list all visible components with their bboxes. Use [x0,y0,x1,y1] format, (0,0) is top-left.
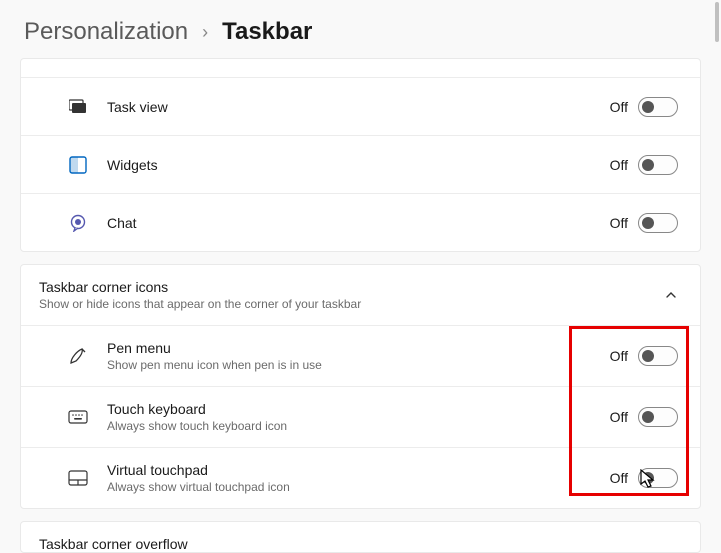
toggle-state: Off [610,215,628,231]
toggle-wrap: Off [610,346,678,366]
toggle-wrap: Off [610,468,678,488]
row-pen-menu[interactable]: Pen menu Show pen menu icon when pen is … [21,325,700,386]
touch-keyboard-toggle[interactable] [638,407,678,427]
scrollbar[interactable] [715,2,719,42]
row-task-view[interactable]: Task view Off [21,77,700,135]
row-text: Touch keyboard Always show touch keyboar… [107,401,610,433]
row-title-wrap: Chat [107,215,610,231]
toggle-wrap: Off [610,155,678,175]
row-text: Pen menu Show pen menu icon when pen is … [107,340,610,372]
chat-toggle[interactable] [638,213,678,233]
toggle-wrap: Off [610,407,678,427]
chevron-up-icon [664,288,678,302]
task-view-toggle[interactable] [638,97,678,117]
section-title: Taskbar corner icons [39,279,664,295]
corner-overflow-panel: Taskbar corner overflow [20,521,701,553]
row-subtitle: Always show touch keyboard icon [107,419,610,433]
corner-icons-panel: Taskbar corner icons Show or hide icons … [20,264,701,509]
widgets-toggle[interactable] [638,155,678,175]
chevron-right-icon: › [202,22,208,43]
pen-menu-toggle[interactable] [638,346,678,366]
pen-icon [67,345,89,367]
touchpad-icon [67,467,89,489]
breadcrumb: Personalization › Taskbar [0,0,721,58]
keyboard-icon [67,406,89,428]
row-title: Task view [107,99,610,115]
row-title-wrap: Widgets [107,157,610,173]
row-touch-keyboard[interactable]: Touch keyboard Always show touch keyboar… [21,386,700,447]
row-subtitle: Always show virtual touchpad icon [107,480,610,494]
row-title: Widgets [107,157,610,173]
breadcrumb-current: Taskbar [222,18,312,46]
row-title: Touch keyboard [107,401,610,417]
row-virtual-touchpad[interactable]: Virtual touchpad Always show virtual tou… [21,447,700,508]
corner-icons-header[interactable]: Taskbar corner icons Show or hide icons … [21,265,700,325]
task-view-icon [67,96,89,118]
chat-icon [67,212,89,234]
row-widgets[interactable]: Widgets Off [21,135,700,193]
toggle-wrap: Off [610,97,678,117]
row-text: Virtual touchpad Always show virtual tou… [107,462,610,494]
spacer [21,59,700,77]
breadcrumb-parent[interactable]: Personalization [24,18,188,46]
toggle-state: Off [610,348,628,364]
row-title: Chat [107,215,610,231]
section-title: Taskbar corner overflow [39,536,678,552]
widgets-icon [67,154,89,176]
toggle-state: Off [610,409,628,425]
toggle-state: Off [610,157,628,173]
toggle-state: Off [610,99,628,115]
taskbar-items-panel: Task view Off Widgets Off Chat Off [20,58,701,252]
virtual-touchpad-toggle[interactable] [638,468,678,488]
toggle-state: Off [610,470,628,486]
row-subtitle: Show pen menu icon when pen is in use [107,358,610,372]
row-title-wrap: Task view [107,99,610,115]
row-chat[interactable]: Chat Off [21,193,700,251]
toggle-wrap: Off [610,213,678,233]
section-subtitle: Show or hide icons that appear on the co… [39,297,664,311]
corner-overflow-header[interactable]: Taskbar corner overflow [21,522,700,552]
row-title: Virtual touchpad [107,462,610,478]
row-title: Pen menu [107,340,610,356]
